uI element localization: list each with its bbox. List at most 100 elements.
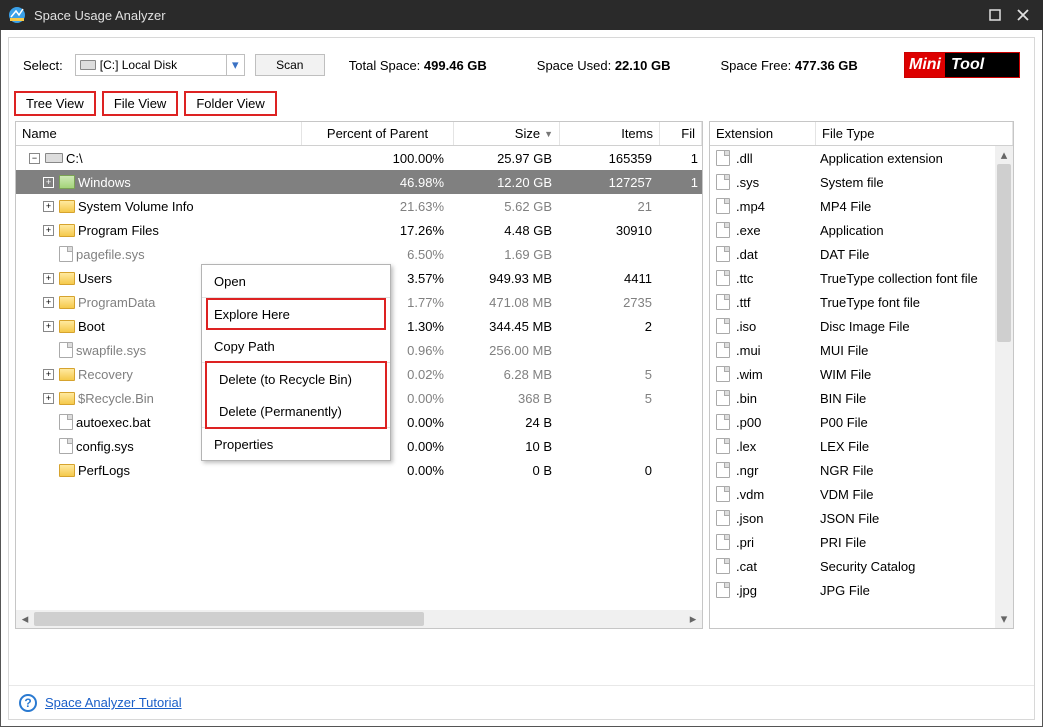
ext-row[interactable]: .datDAT File	[710, 242, 1013, 266]
col-name[interactable]: Name	[16, 122, 302, 145]
col-items[interactable]: Items	[560, 122, 660, 145]
menu-open[interactable]: Open	[202, 265, 390, 297]
tab-tree-view[interactable]: Tree View	[15, 92, 95, 115]
scroll-left-icon[interactable]: ◂	[16, 610, 34, 628]
file-icon	[716, 150, 730, 166]
ext-row[interactable]: .jsonJSON File	[710, 506, 1013, 530]
ext-row[interactable]: .lexLEX File	[710, 434, 1013, 458]
expand-icon[interactable]: +	[43, 393, 54, 404]
ext-row[interactable]: .ttcTrueType collection font file	[710, 266, 1013, 290]
col-percent[interactable]: Percent of Parent	[302, 122, 454, 145]
ext-row[interactable]: .sysSystem file	[710, 170, 1013, 194]
folder-icon	[59, 224, 75, 237]
collapse-icon[interactable]: −	[29, 153, 40, 164]
drive-select[interactable]: [C:] Local Disk ▾	[75, 54, 245, 76]
ext-row[interactable]: .p00P00 File	[710, 410, 1013, 434]
col-filetype[interactable]: File Type	[816, 122, 1013, 145]
file-type-label: BIN File	[816, 391, 1013, 406]
ext-row[interactable]: .bin BIN File	[710, 386, 1013, 410]
drive-select-text: [C:] Local Disk	[100, 58, 226, 72]
ext-name: .ttf	[736, 295, 750, 310]
folder-icon	[59, 368, 75, 381]
menu-properties[interactable]: Properties	[202, 428, 390, 460]
ext-row[interactable]: .catSecurity Catalog	[710, 554, 1013, 578]
ext-row[interactable]: .priPRI File	[710, 530, 1013, 554]
file-icon	[59, 246, 73, 262]
file-icon	[716, 486, 730, 502]
file-type-label: VDM File	[816, 487, 1013, 502]
close-button[interactable]	[1011, 3, 1035, 27]
file-type-label: WIM File	[816, 367, 1013, 382]
menu-explore-here[interactable]: Explore Here	[207, 299, 385, 329]
tree-row[interactable]: PerfLogs 0.00%0 B0	[16, 458, 702, 482]
top-toolbar: Select: [C:] Local Disk ▾ Scan Total Spa…	[9, 38, 1034, 88]
ext-name: .wim	[736, 367, 763, 382]
ext-row[interactable]: .vdm VDM File	[710, 482, 1013, 506]
expand-icon[interactable]: +	[43, 177, 54, 188]
expand-icon[interactable]: +	[43, 225, 54, 236]
file-icon	[716, 174, 730, 190]
window-title: Space Usage Analyzer	[34, 8, 979, 23]
ext-row[interactable]: .exeApplication	[710, 218, 1013, 242]
context-menu: Open Explore Here Copy Path Delete (to R…	[201, 264, 391, 461]
scroll-thumb[interactable]	[34, 612, 424, 626]
tree-row[interactable]: +System Volume Info 21.63%5.62 GB21	[16, 194, 702, 218]
menu-delete-recycle[interactable]: Delete (to Recycle Bin)	[207, 363, 385, 395]
file-type-label: MUI File	[816, 343, 1013, 358]
col-extension[interactable]: Extension	[710, 122, 816, 145]
vertical-scrollbar[interactable]: ▴ ▾	[995, 146, 1013, 628]
title-bar: Space Usage Analyzer	[0, 0, 1043, 30]
ext-row[interactable]: .ngrNGR File	[710, 458, 1013, 482]
ext-name: .dat	[736, 247, 758, 262]
help-icon[interactable]: ?	[19, 694, 37, 712]
file-icon	[716, 198, 730, 214]
sort-descending-icon: ▼	[544, 129, 553, 139]
expand-icon[interactable]: +	[43, 297, 54, 308]
tree-row-root[interactable]: −C:\ 100.00%25.97 GB1653591	[16, 146, 702, 170]
scroll-right-icon[interactable]: ▸	[684, 610, 702, 628]
tree-row[interactable]: pagefile.sys 6.50%1.69 GB	[16, 242, 702, 266]
expand-icon[interactable]: +	[43, 201, 54, 212]
app-icon	[8, 6, 26, 24]
ext-row[interactable]: .ttfTrueType font file	[710, 290, 1013, 314]
file-type-label: System file	[816, 175, 1013, 190]
ext-row[interactable]: .ocxActiveX control	[710, 602, 1013, 606]
maximize-button[interactable]	[983, 3, 1007, 27]
scroll-up-icon[interactable]: ▴	[995, 146, 1013, 164]
scan-button[interactable]: Scan	[255, 54, 325, 76]
file-icon	[716, 582, 730, 598]
tutorial-link[interactable]: Space Analyzer Tutorial	[45, 695, 182, 710]
menu-copy-path[interactable]: Copy Path	[202, 330, 390, 362]
col-size[interactable]: Size▼	[454, 122, 560, 145]
tab-folder-view[interactable]: Folder View	[185, 92, 275, 115]
ext-column-headers: Extension File Type	[710, 122, 1013, 146]
ext-row[interactable]: .jpgJPG File	[710, 578, 1013, 602]
ext-row[interactable]: .isoDisc Image File	[710, 314, 1013, 338]
scroll-thumb[interactable]	[997, 164, 1011, 342]
ext-name: .bin	[736, 391, 757, 406]
ext-row[interactable]: .mp4MP4 File	[710, 194, 1013, 218]
expand-icon[interactable]: +	[43, 273, 54, 284]
tab-file-view[interactable]: File View	[103, 92, 178, 115]
tree-row-windows[interactable]: +Windows 46.98%12.20 GB1272571	[16, 170, 702, 194]
chevron-down-icon[interactable]: ▾	[226, 55, 244, 75]
menu-separator	[202, 297, 390, 298]
expand-icon[interactable]: +	[43, 321, 54, 332]
menu-delete-permanent[interactable]: Delete (Permanently)	[207, 395, 385, 427]
ext-name: .vdm	[736, 487, 764, 502]
file-icon	[716, 438, 730, 454]
file-icon	[716, 390, 730, 406]
file-type-label: PRI File	[816, 535, 1013, 550]
col-files[interactable]: Fil	[660, 122, 702, 145]
expand-icon[interactable]: +	[43, 369, 54, 380]
ext-row[interactable]: .mui MUI File	[710, 338, 1013, 362]
tree-row[interactable]: +Program Files 17.26%4.48 GB30910	[16, 218, 702, 242]
scroll-down-icon[interactable]: ▾	[995, 610, 1013, 628]
ext-row[interactable]: .dllApplication extension	[710, 146, 1013, 170]
file-icon	[716, 414, 730, 430]
ext-name: .p00	[736, 415, 761, 430]
ext-name: .mui	[736, 343, 761, 358]
horizontal-scrollbar[interactable]: ◂ ▸	[16, 610, 702, 628]
file-icon	[716, 222, 730, 238]
ext-row[interactable]: .wim WIM File	[710, 362, 1013, 386]
